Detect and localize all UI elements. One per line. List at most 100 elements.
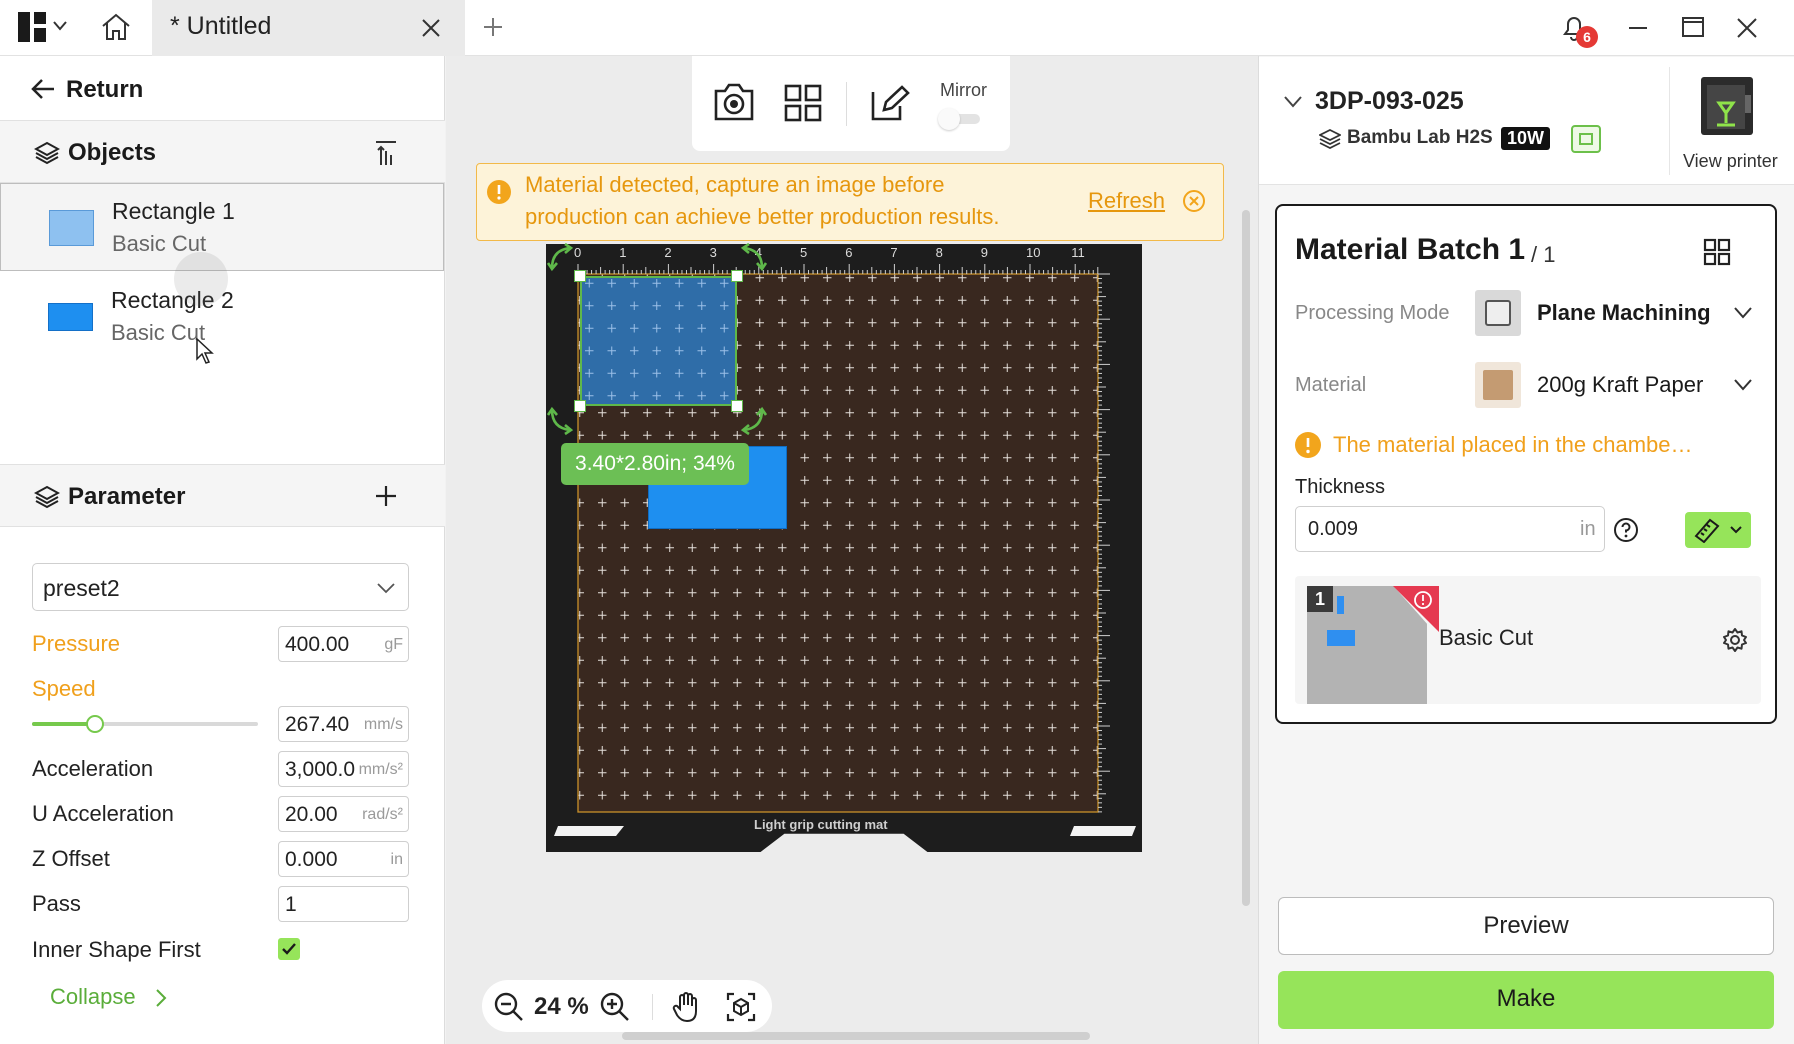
zoom-in-icon[interactable] [600, 992, 630, 1022]
chevron-down-icon [1733, 378, 1753, 392]
collapse-button[interactable]: Collapse [50, 983, 180, 1013]
minimize-icon[interactable] [1628, 26, 1648, 30]
view-printer-label[interactable]: View printer [1683, 151, 1778, 172]
rotate-handle-icon[interactable] [546, 242, 578, 274]
ruler-label: 8 [935, 245, 943, 260]
acceleration-value: 3,000.0 [285, 758, 356, 781]
home-icon[interactable] [100, 12, 132, 42]
tab-close-icon[interactable] [420, 17, 442, 39]
object-type: Basic Cut [111, 320, 206, 345]
mirror-toggle-knob [938, 108, 960, 130]
ruler-label: 5 [800, 245, 808, 260]
speed-unit: mm/s [363, 716, 403, 733]
rotate-handle-icon[interactable] [736, 242, 768, 274]
edit-image-icon[interactable] [870, 84, 910, 122]
close-alert-icon[interactable] [1182, 189, 1206, 213]
thickness-unit: in [1580, 518, 1596, 540]
chevron-down-icon[interactable] [1283, 95, 1303, 109]
alert-line-1: Material detected, capture an image befo… [525, 172, 945, 197]
rotate-handle-icon[interactable] [546, 404, 578, 436]
processing-mode-value: Plane Machining [1537, 300, 1711, 325]
zoom-out-icon[interactable] [494, 992, 524, 1022]
maximize-icon[interactable] [1682, 17, 1704, 37]
help-icon[interactable] [1613, 517, 1639, 543]
batch-total: / 1 [1531, 242, 1556, 267]
selection-size-label: 3.40*2.80in; 34% [561, 443, 749, 485]
plate-warning-icon [1413, 590, 1433, 610]
right-ruler-ticks [1098, 273, 1110, 813]
objects-title: Objects [68, 139, 157, 166]
pass-label: Pass [32, 891, 81, 916]
refresh-link[interactable]: Refresh [1088, 188, 1165, 214]
z-offset-unit: in [390, 851, 403, 868]
inner-shape-first-label: Inner Shape First [32, 937, 201, 962]
pass-input[interactable]: 1 [278, 886, 409, 922]
mat-label: Light grip cutting mat [754, 817, 888, 832]
u-acceleration-unit: rad/s² [362, 806, 403, 823]
processing-mode-select[interactable]: Plane Machining [1475, 288, 1761, 336]
mirror-toggle[interactable] [938, 108, 982, 130]
u-acceleration-value: 20.00 [285, 803, 338, 826]
plate-thumbnail-rect-1 [1337, 596, 1344, 614]
u-acceleration-input[interactable]: 20.00 rad/s² [278, 796, 409, 832]
make-button[interactable]: Make [1278, 971, 1774, 1029]
tab-title: * Untitled [170, 12, 272, 40]
grid-view-icon[interactable] [1703, 238, 1731, 266]
title-bar: * Untitled 6 [0, 0, 1794, 56]
inner-shape-first-checkbox[interactable] [278, 938, 300, 960]
device-name[interactable]: 3DP-093-025 [1315, 87, 1464, 116]
preview-button[interactable]: Preview [1278, 897, 1774, 955]
canvas-rectangle-1[interactable] [580, 276, 737, 406]
canvas-toolbar: Mirror [692, 56, 1010, 151]
thickness-input[interactable]: 0.009 in [1295, 506, 1605, 552]
gear-icon[interactable] [1721, 626, 1749, 654]
mirror-label: Mirror [940, 80, 987, 100]
warning-icon [1295, 432, 1321, 458]
mouse-cursor-icon [196, 338, 216, 366]
sort-icon[interactable] [374, 139, 398, 167]
top-ruler-ticks [577, 264, 1099, 274]
app-logo-icon[interactable] [18, 12, 46, 42]
fit-view-icon[interactable] [726, 992, 756, 1022]
speed-slider-track[interactable] [32, 715, 258, 733]
chevron-down-icon [1733, 306, 1753, 320]
window-close-icon[interactable] [1736, 17, 1758, 39]
notification-badge: 6 [1576, 26, 1598, 48]
ruler-label: 3 [709, 245, 717, 260]
kraft-paper-swatch-fill [1483, 370, 1513, 400]
z-offset-input[interactable]: 0.000 in [278, 841, 409, 877]
arrange-icon[interactable] [784, 84, 822, 122]
hand-pan-icon[interactable] [672, 991, 702, 1023]
list-item[interactable]: Rectangle 1 Basic Cut [0, 183, 444, 271]
rectangle-1-grid [582, 278, 735, 404]
add-parameter-icon[interactable] [374, 484, 398, 508]
acceleration-input[interactable]: 3,000.0 mm/s² [278, 751, 409, 787]
speed-input[interactable]: 267.40 mm/s [278, 706, 409, 742]
ruler-icon [1693, 517, 1721, 543]
new-tab-icon[interactable] [482, 16, 504, 38]
ruler-label: 2 [664, 245, 672, 260]
layers-icon [34, 141, 60, 165]
camera-icon[interactable] [712, 82, 756, 122]
hover-highlight [174, 252, 228, 306]
preset-select[interactable]: preset2 [32, 563, 409, 611]
ruler-label: 10 [1026, 245, 1041, 260]
material-warning[interactable]: The material placed in the chambe… [1333, 432, 1693, 458]
laser-power-badge: 10W [1501, 127, 1551, 150]
material-select[interactable]: 200g Kraft Paper [1475, 360, 1761, 408]
app-menu-chevron-icon[interactable] [52, 20, 68, 32]
measure-thickness-button[interactable] [1685, 512, 1751, 548]
vertical-scrollbar[interactable] [1242, 210, 1250, 906]
printer-icon[interactable] [1699, 75, 1755, 137]
chevron-right-icon [154, 988, 168, 1008]
preset-value: preset2 [43, 575, 120, 601]
plate-card[interactable]: 1 Basic Cut [1295, 576, 1761, 704]
zoom-level: 24 % [534, 993, 589, 1020]
return-button[interactable]: Return [28, 72, 168, 108]
ruler-label: 11 [1071, 245, 1085, 260]
ruler-label: 9 [980, 245, 989, 260]
material-value: 200g Kraft Paper [1537, 372, 1704, 397]
horizontal-scrollbar[interactable] [622, 1032, 1090, 1040]
rotate-handle-icon[interactable] [736, 404, 768, 436]
pressure-input[interactable]: 400.00 gF [278, 626, 409, 662]
